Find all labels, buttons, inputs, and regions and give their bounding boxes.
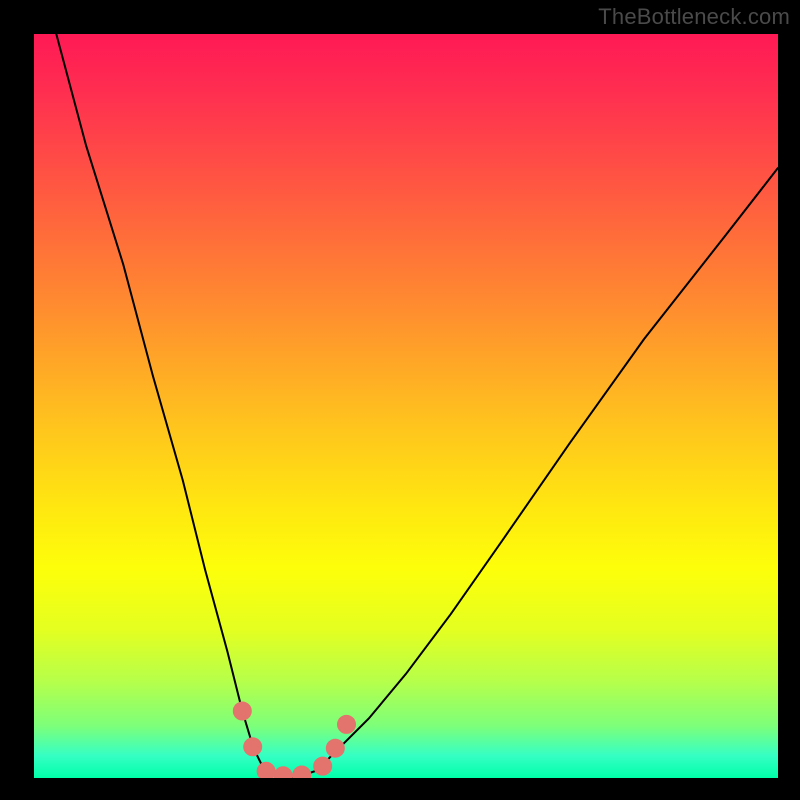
- bottleneck-curve: [56, 34, 778, 778]
- data-marker: [233, 702, 251, 720]
- data-marker: [274, 767, 292, 778]
- watermark-text: TheBottleneck.com: [598, 4, 790, 30]
- curve-overlay: [34, 34, 778, 778]
- data-marker: [257, 762, 275, 778]
- data-marker: [338, 715, 356, 733]
- plot-area: [34, 34, 778, 778]
- marker-group: [233, 702, 355, 778]
- data-marker: [314, 757, 332, 775]
- data-marker: [293, 766, 311, 778]
- data-marker: [326, 739, 344, 757]
- data-marker: [244, 738, 262, 756]
- chart-frame: TheBottleneck.com: [0, 0, 800, 800]
